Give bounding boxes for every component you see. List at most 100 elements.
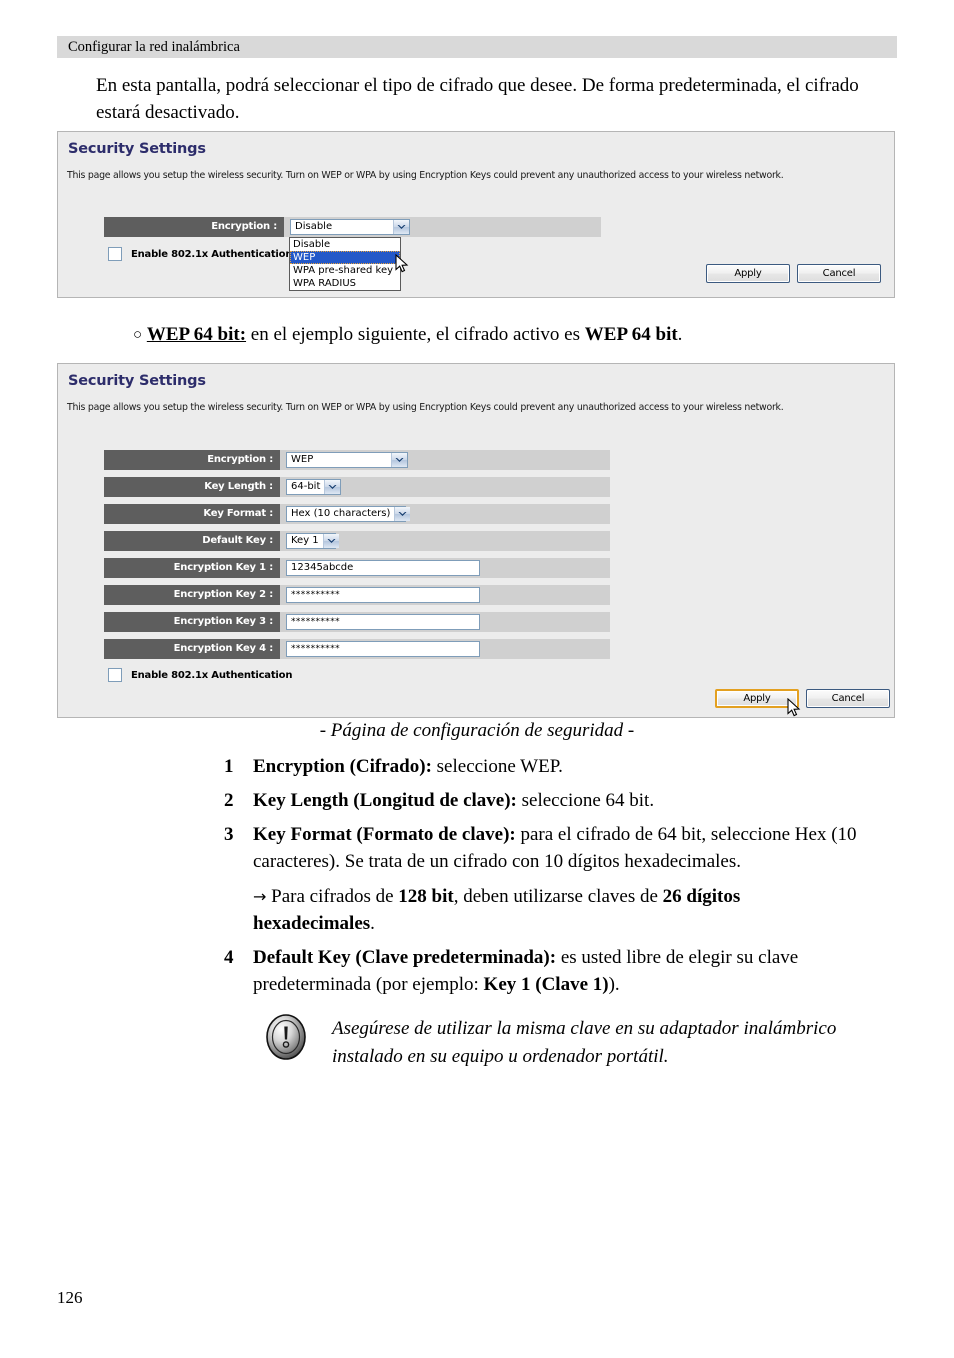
panel1-description: This page allows you setup the wireless …: [67, 170, 784, 181]
panel2-description: This page allows you setup the wireless …: [67, 402, 784, 413]
step-3-number: 3: [224, 824, 234, 845]
panel1-encryption-row: Encryption : Disable: [104, 217, 601, 237]
subnote-part2: , deben utilizarse claves de: [453, 886, 663, 907]
panel1-apply-button[interactable]: Apply: [706, 264, 790, 283]
panel1-8021x-label: Enable 802.1x Authentication: [131, 248, 293, 260]
wep64-middle: en el ejemplo siguiente, el cifrado acti…: [246, 324, 585, 345]
panel2-label-default-key: Default Key :: [104, 531, 280, 551]
default-key-select[interactable]: Key 1: [286, 533, 339, 549]
panel2-cancel-button[interactable]: Cancel: [806, 689, 890, 708]
panel1-cancel-button[interactable]: Cancel: [797, 264, 881, 283]
panel2-label-key2: Encryption Key 2 :: [104, 585, 280, 605]
key-length-select-value: 64-bit: [291, 481, 321, 492]
panel1-8021x-checkbox-row[interactable]: Enable 802.1x Authentication: [108, 247, 292, 261]
encryption-select-2-value: WEP: [291, 454, 314, 465]
step-3-bold: Key Format (Formato de clave):: [253, 824, 516, 845]
step-1-bold: Encryption (Cifrado):: [253, 756, 432, 777]
step-4: 4 Default Key (Clave predeterminada): es…: [224, 944, 914, 998]
step-1-number: 1: [224, 756, 234, 777]
panel2-label-key-format: Key Format :: [104, 504, 280, 524]
panel2-label-key3: Encryption Key 3 :: [104, 612, 280, 632]
encryption-select-2[interactable]: WEP: [286, 452, 408, 468]
encryption-select[interactable]: Disable: [290, 219, 410, 235]
note-line-2: instalado en su equipo u ordenador portá…: [332, 1046, 669, 1067]
step-3: 3 Key Format (Formato de clave): para el…: [224, 821, 914, 875]
panel2-8021x-label: Enable 802.1x Authentication: [131, 669, 293, 681]
panel2-field-key1: 12345abcde: [280, 558, 610, 578]
panel2-field-key4: **********: [280, 639, 610, 659]
encryption-key-4-input[interactable]: **********: [286, 641, 480, 657]
dropdown-option-wpa-radius[interactable]: WPA RADIUS: [290, 277, 400, 290]
encryption-select-value: Disable: [295, 221, 333, 232]
step-3-body: Key Format (Formato de clave): para el c…: [253, 821, 914, 875]
panel1-encryption-field: Disable: [284, 217, 601, 237]
encryption-key-1-input[interactable]: 12345abcde: [286, 560, 480, 576]
panel2-label-encryption: Encryption :: [104, 450, 280, 470]
chevron-down-icon[interactable]: [394, 507, 411, 521]
dropdown-option-wpa-psk[interactable]: WPA pre-shared key: [290, 264, 400, 277]
encryption-key-2-input[interactable]: **********: [286, 587, 480, 603]
step-1: 1 Encryption (Cifrado): seleccione WEP.: [224, 753, 914, 780]
warning-icon: [265, 1013, 307, 1061]
note-text: Asegúrese de utilizar la misma clave en …: [332, 1015, 902, 1071]
panel2-row-key3: Encryption Key 3 : **********: [104, 612, 610, 632]
panel1-8021x-checkbox[interactable]: [108, 247, 122, 261]
dropdown-option-disable[interactable]: Disable: [290, 238, 400, 251]
subnote-bold1: 128 bit: [398, 886, 454, 907]
panel2-label-key1: Encryption Key 1 :: [104, 558, 280, 578]
note-line-1: Asegúrese de utilizar la misma clave en …: [332, 1018, 837, 1039]
step-3-subnote: → Para cifrados de 128 bit, deben utiliz…: [253, 883, 843, 937]
dropdown-option-wep[interactable]: WEP: [290, 251, 400, 264]
step-4-rest-tail: ).: [608, 974, 620, 995]
step-2-body: Key Length (Longitud de clave): seleccio…: [253, 787, 914, 814]
panel2-field-default-key: Key 1: [280, 531, 610, 551]
panel1-encryption-label: Encryption :: [104, 217, 284, 237]
default-key-select-value: Key 1: [291, 535, 319, 546]
panel2-field-key-length: 64-bit: [280, 477, 610, 497]
panel2-label-key4: Encryption Key 4 :: [104, 639, 280, 659]
wep64-bold-tail: WEP 64 bit: [584, 324, 678, 345]
step-2-bold: Key Length (Longitud de clave):: [253, 790, 517, 811]
panel2-row-default-key: Default Key : Key 1: [104, 531, 610, 551]
chevron-down-icon[interactable]: [324, 480, 341, 494]
panel2-label-key-length: Key Length :: [104, 477, 280, 497]
arrow-right-icon: →: [253, 887, 267, 906]
panel2-title: Security Settings: [68, 373, 206, 389]
encryption-dropdown-list[interactable]: Disable WEP WPA pre-shared key WPA RADIU…: [289, 237, 401, 291]
panel2-row-key1: Encryption Key 1 : 12345abcde: [104, 558, 610, 578]
panel2-row-key-length: Key Length : 64-bit: [104, 477, 610, 497]
panel2-field-key3: **********: [280, 612, 610, 632]
step-2: 2 Key Length (Longitud de clave): selecc…: [224, 787, 914, 814]
bullet-glyph: ○: [133, 327, 143, 343]
chevron-down-icon[interactable]: [391, 453, 407, 467]
panel2-8021x-checkbox-row[interactable]: Enable 802.1x Authentication: [108, 668, 292, 682]
panel2-field-key-format: Hex (10 characters): [280, 504, 610, 524]
encryption-key-3-input[interactable]: **********: [286, 614, 480, 630]
security-settings-panel-2: Security Settings This page allows you s…: [57, 363, 895, 718]
security-settings-panel-1: Security Settings This page allows you s…: [57, 131, 895, 298]
chevron-down-icon[interactable]: [322, 534, 339, 548]
step-4-rest-bold: Key 1 (Clave 1): [483, 974, 609, 995]
figure-caption: - Página de configuración de seguridad -: [319, 720, 635, 741]
intro-paragraph: En esta pantalla, podrá seleccionar el t…: [96, 75, 859, 123]
wep64-lead: WEP 64 bit:: [146, 324, 247, 345]
step-1-rest: seleccione WEP.: [431, 756, 563, 777]
panel2-row-key-format: Key Format : Hex (10 characters): [104, 504, 610, 524]
page-number: 126: [57, 1288, 83, 1307]
step-4-body: Default Key (Clave predeterminada): es u…: [253, 944, 914, 998]
panel2-8021x-checkbox[interactable]: [108, 668, 122, 682]
mouse-cursor: [787, 697, 802, 723]
wep64-period: .: [677, 324, 683, 345]
key-length-select[interactable]: 64-bit: [286, 479, 341, 495]
panel2-field-key2: **********: [280, 585, 610, 605]
step-2-number: 2: [224, 790, 234, 811]
step-4-number: 4: [224, 947, 234, 968]
panel2-row-key4: Encryption Key 4 : **********: [104, 639, 610, 659]
panel1-title: Security Settings: [68, 141, 206, 157]
subnote-part1: Para cifrados de: [266, 886, 399, 907]
key-format-select[interactable]: Hex (10 characters): [286, 506, 411, 522]
step-1-body: Encryption (Cifrado): seleccione WEP.: [253, 753, 914, 780]
subnote-part3: .: [370, 913, 375, 934]
chevron-down-icon[interactable]: [393, 220, 409, 234]
running-head: Configurar la red inalámbrica: [57, 36, 897, 58]
